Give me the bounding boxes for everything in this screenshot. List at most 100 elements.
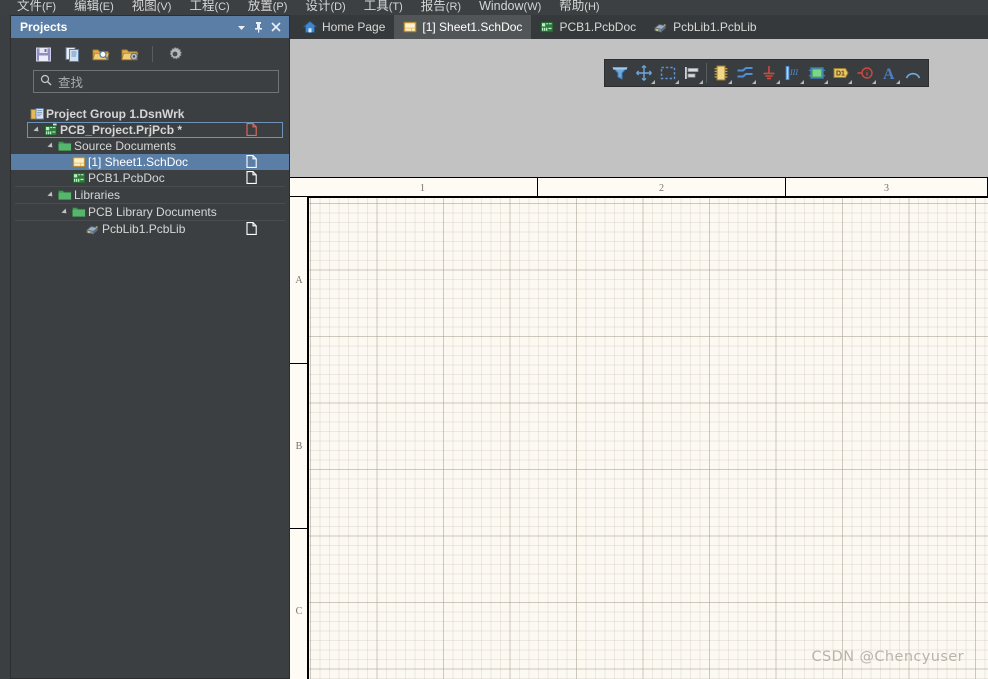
menu-item-mnemonic: (R) xyxy=(445,1,462,13)
altium-designer-window: 文件(F) 编辑(E) 视图(V) 工程(C) 放置(P) 设计(D) 工具(T) 报告(R)… xyxy=(0,0,988,679)
pcblib-doc-icon xyxy=(84,221,102,237)
document-tab-label: PCB1.PcbDoc xyxy=(559,20,637,34)
dropdown-corner-icon[interactable] xyxy=(699,80,703,84)
menu-item-工具[interactable]: 工具(T) xyxy=(355,0,412,15)
document-tab[interactable]: [1] Sheet1.SchDoc xyxy=(394,15,532,39)
filter-icon[interactable] xyxy=(608,61,632,85)
tree-item[interactable]: PcbLib1.PcbLib xyxy=(11,221,289,237)
dropdown-corner-icon[interactable] xyxy=(896,80,900,84)
schematic-doc-icon xyxy=(403,20,417,34)
place-part-icon[interactable] xyxy=(709,61,733,85)
expander-triangle-icon[interactable] xyxy=(45,187,56,203)
dropdown-corner-icon[interactable] xyxy=(752,80,756,84)
menu-item-label: 设计 xyxy=(305,0,331,13)
menu-item-label: 工具 xyxy=(363,0,389,13)
place-gnd-power-icon[interactable] xyxy=(757,61,781,85)
dropdown-corner-icon[interactable] xyxy=(848,80,852,84)
menu-item-编辑[interactable]: 编辑(E) xyxy=(65,0,123,15)
tree-item-label: PCB1.PcbDoc xyxy=(88,171,165,185)
expander-triangle-icon[interactable] xyxy=(31,122,42,138)
open-project-icon[interactable] xyxy=(91,44,111,64)
projects-panel-body: 查找 Project Group 1.DsnWrk PCB_Project.Prj… xyxy=(11,38,289,678)
main-menu-bar: 文件(F) 编辑(E) 视图(V) 工程(C) 放置(P) 设计(D) 工具(T) 报告(R)… xyxy=(0,0,988,15)
dropdown-icon[interactable] xyxy=(233,19,250,36)
menu-item-window[interactable]: Window(W) xyxy=(470,0,550,15)
menu-item-帮助[interactable]: 帮助(H) xyxy=(550,0,608,15)
schematic-canvas-area[interactable]: III D1 A 123 ABC CSDN @Chencyuser xyxy=(290,39,988,679)
dropdown-corner-icon[interactable] xyxy=(651,80,655,84)
expander-triangle-icon[interactable] xyxy=(59,204,70,220)
search-input[interactable]: 查找 xyxy=(33,70,279,93)
folder-icon xyxy=(56,187,74,203)
document-tab-label: [1] Sheet1.SchDoc xyxy=(422,20,523,34)
tree-item[interactable]: PCB Library Documents xyxy=(11,204,289,220)
pcb-project-icon xyxy=(42,122,60,138)
close-icon[interactable] xyxy=(267,19,284,36)
menu-item-视图[interactable]: 视图(V) xyxy=(123,0,181,15)
dropdown-corner-icon[interactable] xyxy=(800,80,804,84)
document-tab[interactable]: PcbLib1.PcbLib xyxy=(645,15,765,39)
dropdown-corner-icon[interactable] xyxy=(776,80,780,84)
vertical-ruler: ABC xyxy=(290,197,308,679)
dropdown-corner-icon[interactable] xyxy=(675,80,679,84)
schematic-sheet[interactable]: CSDN @Chencyuser xyxy=(308,197,988,679)
menu-item-报告[interactable]: 报告(R) xyxy=(412,0,470,15)
place-net-label-icon[interactable]: III xyxy=(781,61,805,85)
menu-item-mnemonic: (P) xyxy=(272,1,288,13)
project-tree[interactable]: Project Group 1.DsnWrk PCB_Project.PrjPcb… xyxy=(11,106,289,678)
menu-item-mnemonic: (E) xyxy=(99,1,114,13)
document-tab-strip: Home Page [1] Sheet1.SchDoc PCB1.PcbDoc Pcb… xyxy=(290,15,988,39)
tree-item-label: Libraries xyxy=(74,188,121,202)
place-no-erc-icon[interactable] xyxy=(853,61,877,85)
expander-triangle-icon[interactable] xyxy=(45,138,56,154)
projects-panel-toolbar xyxy=(11,38,289,70)
ruler-tick-vertical: B xyxy=(290,364,308,529)
place-sheet-symbol-icon[interactable] xyxy=(805,61,829,85)
menu-item-label: 编辑 xyxy=(74,0,100,13)
place-arc-icon[interactable] xyxy=(901,61,925,85)
pin-icon[interactable] xyxy=(250,19,267,36)
tree-item[interactable]: Libraries xyxy=(11,187,289,203)
document-tab-label: PcbLib1.PcbLib xyxy=(673,20,757,34)
pcb-doc-icon xyxy=(540,20,554,34)
menu-item-工程[interactable]: 工程(C) xyxy=(180,0,238,15)
select-area-icon[interactable] xyxy=(656,61,680,85)
search-container: 查找 xyxy=(11,70,289,93)
menu-item-放置[interactable]: 放置(P) xyxy=(239,0,297,15)
save-icon[interactable] xyxy=(33,44,53,64)
tree-item[interactable]: PCB1.PcbDoc xyxy=(11,170,289,186)
tree-item-label: PcbLib1.PcbLib xyxy=(102,222,186,236)
dropdown-corner-icon[interactable] xyxy=(728,80,732,84)
document-tab[interactable]: PCB1.PcbDoc xyxy=(531,15,645,39)
panel-title: Projects xyxy=(20,20,68,34)
tree-item[interactable]: PCB_Project.PrjPcb * xyxy=(11,122,289,138)
ruler-tick-horizontal: 3 xyxy=(786,178,988,198)
documents-icon[interactable] xyxy=(62,44,82,64)
schematic-doc-icon xyxy=(70,154,88,170)
toolbar-separator xyxy=(706,63,707,83)
place-wire-icon[interactable] xyxy=(733,61,757,85)
menu-item-设计[interactable]: 设计(D) xyxy=(296,0,354,15)
align-icon[interactable] xyxy=(680,61,704,85)
search-placeholder: 查找 xyxy=(58,76,84,90)
document-tab[interactable]: Home Page xyxy=(294,15,394,39)
move-crosshair-icon[interactable] xyxy=(632,61,656,85)
settings-gear-icon[interactable] xyxy=(165,44,185,64)
place-text-icon[interactable]: A xyxy=(877,61,901,85)
dropdown-corner-icon[interactable] xyxy=(824,80,828,84)
menu-item-label: 文件 xyxy=(17,0,43,13)
project-options-icon[interactable] xyxy=(120,44,140,64)
home-icon xyxy=(303,20,317,34)
svg-text:III: III xyxy=(789,68,798,77)
tree-item[interactable]: Project Group 1.DsnWrk xyxy=(11,106,289,122)
tree-item[interactable]: [1] Sheet1.SchDoc xyxy=(11,154,289,170)
place-designator-icon[interactable]: D1 xyxy=(829,61,853,85)
ruler-tick-horizontal: 1 xyxy=(308,178,538,198)
menu-item-文件[interactable]: 文件(F) xyxy=(8,0,65,15)
tree-item[interactable]: Source Documents xyxy=(11,138,289,154)
dropdown-corner-icon[interactable] xyxy=(872,80,876,84)
menu-item-mnemonic: (V) xyxy=(156,1,172,13)
